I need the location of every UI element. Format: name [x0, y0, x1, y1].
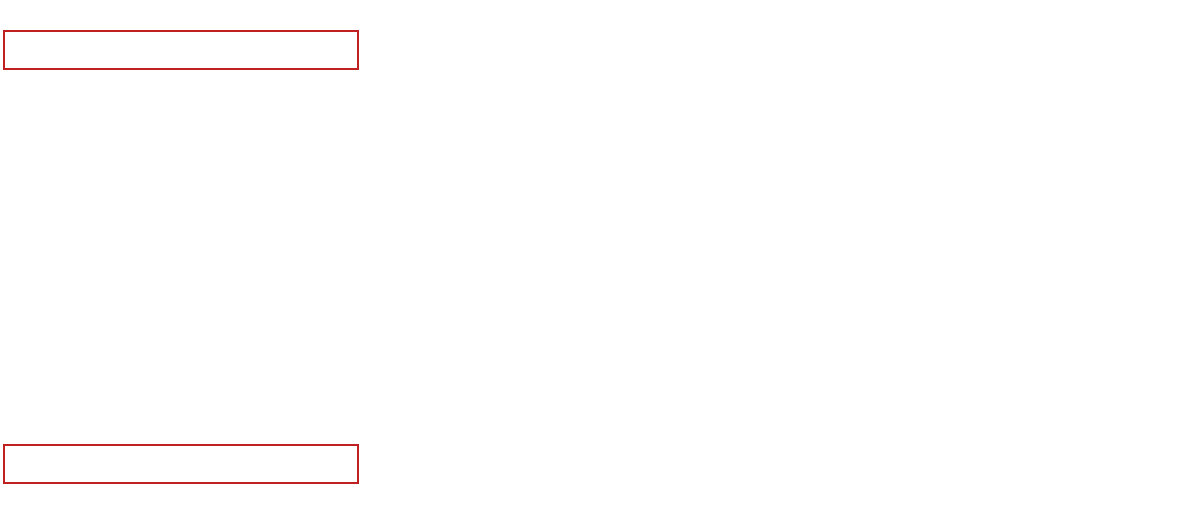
- highlight-box-destroy: [3, 444, 359, 484]
- highlight-box-init: [3, 30, 359, 70]
